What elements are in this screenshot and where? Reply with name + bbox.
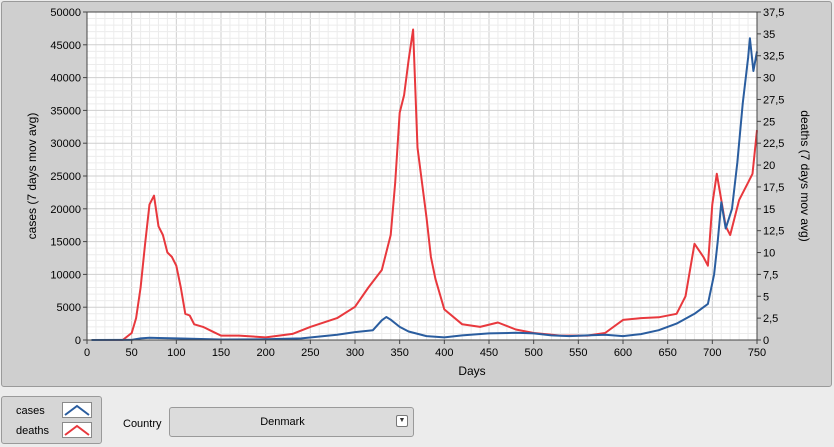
y-right-tick-label: 0 (763, 335, 769, 347)
y-left-tick-label: 50000 (50, 7, 81, 19)
legend-label-cases: cases (16, 405, 45, 417)
x-tick-label: 400 (435, 347, 453, 359)
y-right-tick-label: 10 (763, 248, 775, 260)
x-tick-label: 250 (301, 347, 319, 359)
legend-swatch-deaths (62, 422, 92, 438)
x-tick-label: 300 (346, 347, 364, 359)
y-left-tick-label: 10000 (50, 269, 81, 281)
x-axis-label: Days (458, 364, 485, 378)
y-right-tick-label: 7,5 (763, 269, 778, 281)
y-right-tick-label: 22,5 (763, 138, 784, 150)
y-left-tick-label: 40000 (50, 73, 81, 85)
y-right-tick-label: 15 (763, 204, 775, 216)
chart-panel: 0 50 100 150 200 250 300 350 400 450 500 550 600 650 7… (1, 1, 832, 387)
x-tick-label: 0 (84, 347, 90, 359)
y-right-tick-label: 2,5 (763, 313, 778, 325)
x-tick-label: 750 (748, 347, 766, 359)
chevron-down-icon[interactable]: ▼ (396, 415, 408, 427)
x-tick-label: 600 (614, 347, 632, 359)
y-left-tick-label: 0 (75, 335, 81, 347)
x-tick-label: 350 (390, 347, 408, 359)
legend-swatch-cases (62, 402, 92, 418)
x-tick-label: 50 (126, 347, 138, 359)
y-right-tick-label: 37,5 (763, 7, 784, 19)
x-tick-label: 100 (167, 347, 185, 359)
legend-line-deaths (64, 424, 90, 436)
legend: cases deaths (1, 396, 102, 444)
x-tick-label: 150 (212, 347, 230, 359)
y-left-tick-label: 45000 (50, 40, 81, 52)
y-left-tick-label: 25000 (50, 171, 81, 183)
y-left-tick-label: 35000 (50, 105, 81, 117)
y-left-tick-label: 30000 (50, 138, 81, 150)
y-right-tick-label: 25 (763, 116, 775, 128)
legend-label-deaths: deaths (16, 425, 50, 437)
country-select[interactable]: Denmark ▼ (169, 407, 414, 437)
y-left-tick-label: 15000 (50, 237, 81, 249)
country-label: Country (123, 418, 162, 430)
y-left-tick-label: 20000 (50, 204, 81, 216)
x-tick-label: 650 (658, 347, 676, 359)
country-select-value: Denmark (260, 416, 305, 428)
x-tick-label: 450 (480, 347, 498, 359)
legend-line-cases (64, 404, 90, 416)
y-right-tick-label: 35 (763, 29, 775, 41)
y-right-tick-label: 12,5 (763, 226, 784, 238)
y-left-tick-label: 5000 (57, 302, 81, 314)
y-right-tick-label: 32,5 (763, 51, 784, 63)
x-tick-label: 700 (703, 347, 721, 359)
y-right-tick-label: 17,5 (763, 182, 784, 194)
y-axis-left-label: cases (7 days mov avg) (25, 113, 39, 240)
x-tick-label: 550 (569, 347, 587, 359)
y-right-tick-label: 5 (763, 291, 769, 303)
y-axis-right-label: deaths (7 days mov avg) (798, 110, 812, 241)
chart-svg: 0 50 100 150 200 250 300 350 400 450 500 550 600 650 7… (25, 7, 812, 378)
y-right-tick-label: 27,5 (763, 94, 784, 106)
x-tick-label: 500 (524, 347, 542, 359)
y-right-tick-label: 20 (763, 160, 775, 172)
y-right-tick-label: 30 (763, 73, 775, 85)
x-tick-label: 200 (256, 347, 274, 359)
